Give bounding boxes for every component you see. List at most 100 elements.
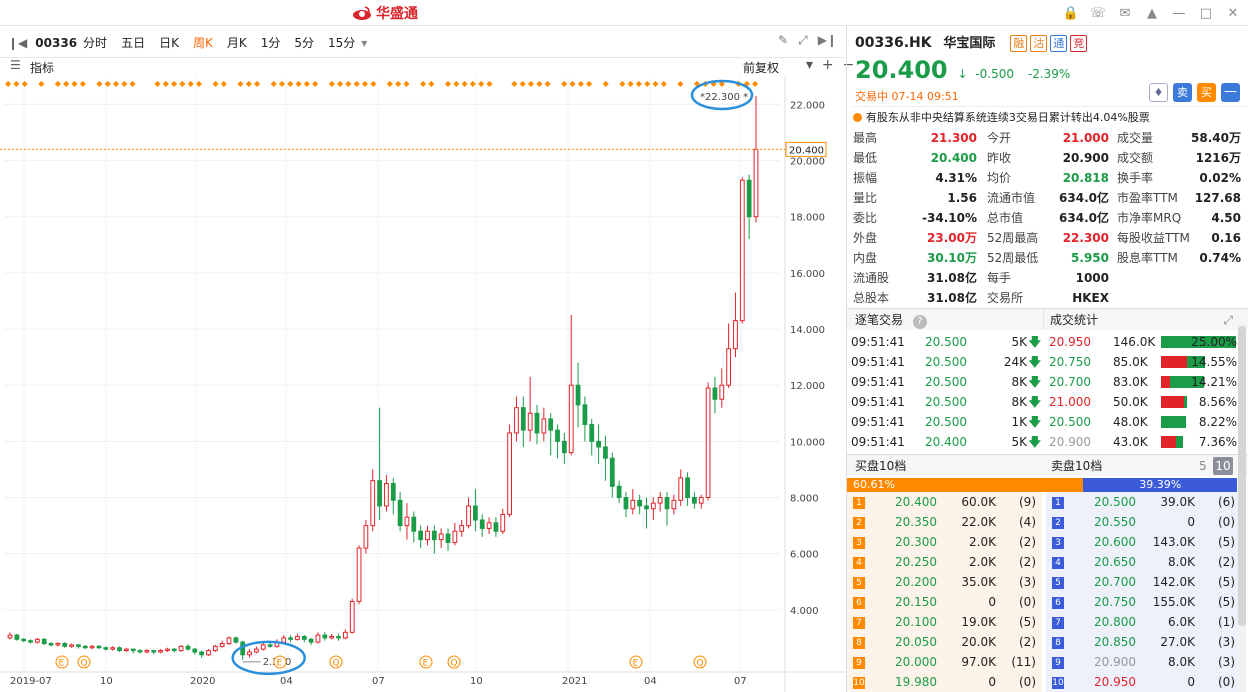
candle-up: [247, 651, 252, 656]
dividend-marker: ◆: [312, 79, 319, 88]
ask-level-row[interactable]: 7 20.800 6.0K (1): [1046, 612, 1241, 632]
candle-down: [192, 648, 198, 653]
candle-down: [377, 480, 382, 507]
chevron-down-icon[interactable]: ▾: [361, 36, 367, 50]
brand-logo: 华盛通: [352, 4, 418, 22]
chart-toolbar: ❙◀ 00336 分时 五日 日K 周K 月K 1分 5分 15分 ▾ ✎ ⤢ ▶❙: [0, 26, 845, 58]
quote-value: 1000: [1075, 271, 1109, 285]
ask-level-row[interactable]: 9 20.900 8.0K (3): [1046, 652, 1241, 672]
bid-level-row[interactable]: 1 20.400 60.0K (9): [847, 492, 1042, 512]
dividend-marker: ◆: [71, 79, 78, 88]
buy-button[interactable]: 买: [1197, 83, 1216, 102]
level-price: 20.950: [1094, 675, 1136, 689]
candle-down: [644, 505, 649, 510]
candle-up: [425, 530, 430, 541]
dividend-marker: ◆: [221, 79, 228, 88]
candle-down: [82, 645, 88, 649]
period-tab[interactable]: 日K: [159, 34, 179, 51]
period-tab[interactable]: 月K: [227, 34, 247, 51]
candle-down: [445, 533, 451, 543]
bid-level-row[interactable]: 3 20.300 2.0K (2): [847, 532, 1042, 552]
event-marker-label: Q: [697, 659, 704, 669]
dividend-marker: ◆: [105, 79, 112, 88]
candle-down: [493, 522, 499, 532]
bid-level-row[interactable]: 6 20.150 0 (0): [847, 592, 1042, 612]
ask-level-row[interactable]: 2 20.550 0 (0): [1046, 512, 1241, 532]
level-volume: 27.0K: [1160, 635, 1195, 649]
ask-level-row[interactable]: 6 20.750 155.0K (5): [1046, 592, 1241, 612]
down-arrow-icon: 🡇: [1028, 375, 1041, 389]
bid-level-row[interactable]: 8 20.050 20.0K (2): [847, 632, 1042, 652]
bid-level-row[interactable]: 9 20.000 97.0K (11): [847, 652, 1042, 672]
period-tab[interactable]: 周K: [193, 34, 213, 51]
shareholder-notice[interactable]: 有股东从非中央结算系统连续3交易日累计转出4.04%股票: [866, 111, 1150, 124]
ask-level-row[interactable]: 3 20.600 143.0K (5): [1046, 532, 1241, 552]
candle-up: [650, 502, 656, 510]
level-number: 10: [1052, 676, 1064, 689]
depth-10-button[interactable]: 10: [1213, 457, 1233, 475]
symbol-code: 00336: [35, 35, 78, 50]
stats-pct: 14.55%: [1191, 355, 1237, 369]
menu-icon[interactable]: ☰: [10, 58, 21, 72]
ask-level-row[interactable]: 5 20.700 142.0K (5): [1046, 572, 1241, 592]
tick-title: 逐笔交易: [855, 313, 904, 327]
expand-icon[interactable]: ⤢: [1223, 309, 1233, 331]
lock-icon[interactable]: 🔒: [1062, 4, 1080, 22]
dividend-marker: ◆: [387, 79, 394, 88]
tick-price: 20.500: [925, 395, 967, 409]
candle-up: [726, 348, 732, 386]
collapse-right-icon[interactable]: ▶❙: [818, 33, 837, 48]
bid-ask-ratio-bar: 60.61% 39.39%: [847, 478, 1237, 492]
period-tab[interactable]: 1分: [261, 34, 281, 51]
help-icon[interactable]: ?: [912, 315, 927, 329]
level-number: 9: [853, 656, 865, 669]
level-volume: 0: [988, 675, 996, 689]
collapse-left-icon[interactable]: ❙◀: [8, 36, 27, 50]
bid-level-row[interactable]: 10 19.980 0 (0): [847, 672, 1042, 692]
period-tab[interactable]: 分时: [83, 34, 107, 51]
alert-icon[interactable]: ♦: [1149, 83, 1168, 102]
period-tab[interactable]: 5分: [294, 34, 314, 51]
adjust-select[interactable]: 前复权: [743, 59, 779, 76]
bid-level-row[interactable]: 4 20.250 2.0K (2): [847, 552, 1042, 572]
dividend-marker: ◆: [296, 79, 303, 88]
stock-code: 00336.HK: [855, 35, 932, 51]
ask-level-row[interactable]: 10 20.950 0 (0): [1046, 672, 1241, 692]
watchlist-remove-button[interactable]: —: [1221, 83, 1240, 102]
period-tab[interactable]: 15分: [328, 34, 355, 51]
candle-up: [466, 505, 471, 527]
candle-down: [151, 650, 157, 653]
pen-icon[interactable]: ✎: [778, 33, 788, 48]
ask-level-row[interactable]: 1 20.500 39.0K (6): [1046, 492, 1241, 512]
sell-button[interactable]: 卖: [1173, 83, 1192, 102]
level-count: (1): [1218, 615, 1235, 629]
maximize-icon[interactable]: □: [1197, 4, 1215, 22]
candlestick-chart[interactable]: 22.000 20.000 18.000 16.000 14.000 12.000 10.0…: [0, 76, 845, 692]
headset-icon[interactable]: ☏: [1089, 4, 1107, 22]
dividend-marker: ◆: [163, 79, 170, 88]
candle-up: [342, 631, 348, 639]
scrollbar[interactable]: [1238, 322, 1246, 692]
ask-level-row[interactable]: 4 20.650 8.0K (2): [1046, 552, 1241, 572]
bid-level-row[interactable]: 7 20.100 19.0K (5): [847, 612, 1042, 632]
level-number: 6: [1052, 596, 1064, 609]
bid-level-row[interactable]: 5 20.200 35.0K (3): [847, 572, 1042, 592]
title-bar: 华盛通 🔒 ☏ ✉ ▲ — □ ✕: [0, 0, 1248, 26]
indicator-button[interactable]: 指标: [30, 59, 54, 76]
minimize-icon[interactable]: —: [1170, 4, 1188, 22]
level-number: 2: [1052, 516, 1064, 529]
fullscreen-icon[interactable]: ⤢: [798, 33, 808, 48]
bid-level-row[interactable]: 2 20.350 22.0K (4): [847, 512, 1042, 532]
candle-up: [452, 530, 458, 543]
stats-pct: 8.22%: [1198, 415, 1237, 429]
shirt-icon[interactable]: ▲: [1143, 4, 1161, 22]
stats-row: 20.900 43.0K 7.36%: [1049, 432, 1237, 452]
stats-bar: [1161, 416, 1186, 428]
level-count: (0): [1218, 675, 1235, 689]
depth-5-button[interactable]: 5: [1199, 455, 1207, 477]
ask-level-row[interactable]: 8 20.850 27.0K (3): [1046, 632, 1241, 652]
tick-volume: 8K: [1011, 375, 1027, 389]
period-tab[interactable]: 五日: [121, 34, 145, 51]
mail-icon[interactable]: ✉: [1116, 4, 1134, 22]
close-icon[interactable]: ✕: [1224, 4, 1242, 22]
